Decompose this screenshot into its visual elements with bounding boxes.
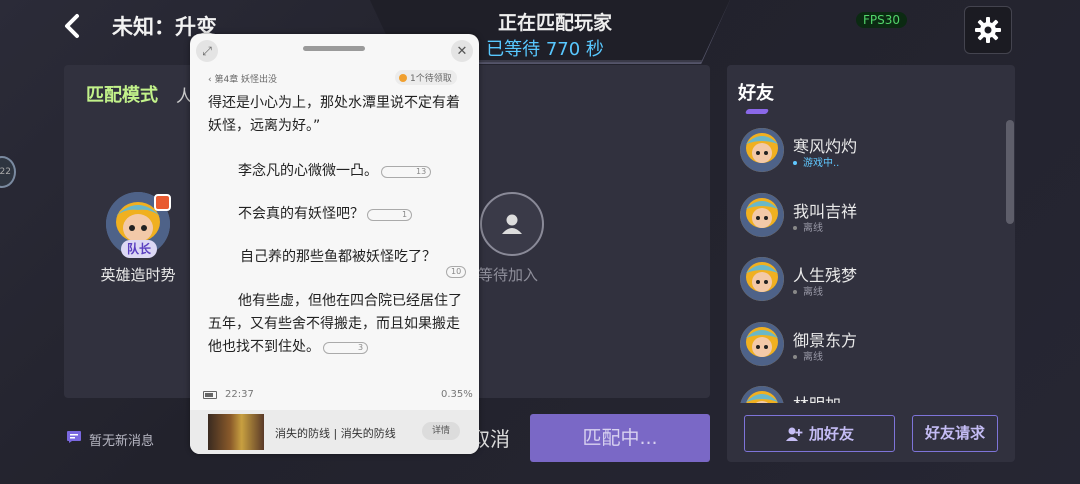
empty-slot-label: 等待加入 xyxy=(478,266,539,284)
friend-status: 离线 xyxy=(793,219,823,234)
paragraph: 他有些虚，但他在四合院已经居住了五年，又有些舍不得搬走，而且如果搬走他也找不到住… xyxy=(208,293,462,355)
comment-count[interactable]: 13 xyxy=(381,166,432,178)
friend-avatar xyxy=(740,386,784,403)
paragraph: 不会真的有妖怪吧？ 1 xyxy=(208,203,464,226)
fps-badge: FPS30 xyxy=(856,12,908,28)
reading-progress: 0.35% xyxy=(441,389,473,400)
friends-scrollbar[interactable] xyxy=(1006,120,1014,224)
friend-status: 离线 xyxy=(793,283,823,298)
status-dot xyxy=(793,290,797,294)
friend-avatar xyxy=(740,128,784,172)
reward-pill[interactable]: 1个待领取 xyxy=(395,70,457,85)
book-cover-image xyxy=(208,414,264,450)
message-status[interactable]: 暂无新消息 xyxy=(89,430,154,449)
hero-avatar-icon xyxy=(740,128,784,172)
friend-avatar xyxy=(740,257,784,301)
friend-list[interactable]: 寒风灼灼 游戏中.. 我叫吉祥 离线 人生残梦 离线 御景东方 离线 xyxy=(734,118,1004,403)
drag-handle[interactable] xyxy=(303,46,365,51)
friends-title: 好友 xyxy=(738,83,774,104)
friend-avatar xyxy=(740,321,784,366)
gear-icon xyxy=(975,17,1001,43)
friend-status: 游戏中.. xyxy=(793,154,839,169)
paragraph: 得还是小心为上，那处水潭里说不定有着妖怪，远离为好。” xyxy=(208,95,460,134)
friend-item[interactable]: 林明加 xyxy=(734,376,1004,403)
message-icon xyxy=(67,431,81,443)
coin-icon xyxy=(399,74,407,82)
player-name: 英雄造时势 xyxy=(100,266,176,284)
leave-team-icon[interactable] xyxy=(154,194,171,211)
friends-title-underline xyxy=(744,109,770,114)
add-friend-label: 加好友 xyxy=(808,425,854,443)
expand-icon: ⤢ xyxy=(202,43,212,58)
matching-button[interactable]: 匹配中... xyxy=(530,414,710,462)
close-icon: ✕ xyxy=(456,43,468,59)
comment-count[interactable]: 3 xyxy=(323,342,369,354)
hero-avatar-icon xyxy=(740,321,784,366)
expand-button[interactable]: ⤢ xyxy=(196,40,218,62)
book-info-bar[interactable]: 消失的防线 | 消失的防线 详情 xyxy=(190,410,479,454)
status-dot xyxy=(793,225,797,230)
battery-icon xyxy=(203,391,217,399)
comment-count[interactable]: 10 xyxy=(446,266,467,278)
friend-name: 林明加 xyxy=(793,391,841,403)
match-mode-label: 匹配模式 xyxy=(86,85,158,106)
reader-window[interactable]: ⤢ ✕ ‹ 第4章 妖怪出没 1个待领取 得还是小心为上，那处水潭里说不定有着妖… xyxy=(190,34,479,454)
empty-slot[interactable] xyxy=(480,192,544,256)
friend-item[interactable]: 御景东方 离线 xyxy=(734,312,1004,377)
hero-avatar-icon xyxy=(740,386,784,403)
add-friend-button[interactable]: 加好友 xyxy=(744,415,895,452)
back-arrow-icon xyxy=(65,14,79,38)
user-placeholder-icon xyxy=(502,214,522,234)
settings-button[interactable] xyxy=(964,6,1012,54)
paragraph: 李念凡的心微微一凸。 13 xyxy=(208,160,464,183)
leader-badge: 队长 xyxy=(121,240,157,258)
friend-avatar xyxy=(740,192,784,237)
friend-item[interactable]: 我叫吉祥 离线 xyxy=(734,183,1004,248)
hero-avatar-icon xyxy=(740,257,784,301)
back-button[interactable] xyxy=(58,10,88,42)
reader-clock: 22:37 xyxy=(225,389,254,400)
friend-item[interactable]: 寒风灼灼 游戏中.. xyxy=(734,118,1004,183)
comment-count[interactable]: 1 xyxy=(367,209,413,221)
match-status-text: 正在匹配玩家 xyxy=(497,12,612,34)
book-title: 消失的防线 | 消失的防线 xyxy=(275,427,396,440)
hero-avatar-icon xyxy=(740,192,784,237)
friend-status: 离线 xyxy=(793,348,823,363)
add-user-icon xyxy=(785,427,803,441)
status-dot xyxy=(793,161,797,165)
friend-item[interactable]: 人生残梦 离线 xyxy=(734,247,1004,312)
chapter-title[interactable]: ‹ 第4章 妖怪出没 xyxy=(208,72,277,85)
close-button[interactable]: ✕ xyxy=(451,40,473,62)
details-button[interactable]: 详情 xyxy=(422,422,460,440)
paragraph: 自己养的那些鱼都被妖怪吃了？ xyxy=(240,249,436,265)
friend-request-button[interactable]: 好友请求 xyxy=(912,415,998,452)
status-dot xyxy=(793,354,797,359)
